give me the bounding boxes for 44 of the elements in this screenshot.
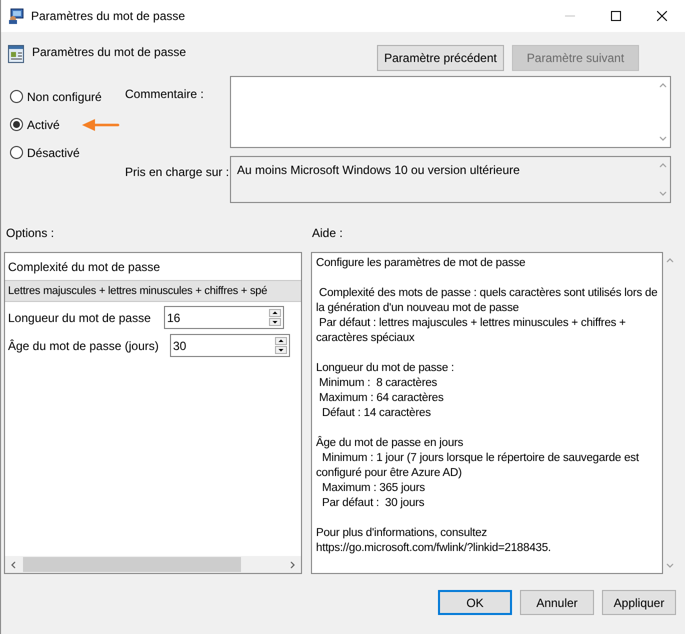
- apply-button[interactable]: Appliquer: [602, 590, 676, 615]
- supported-on-label: Pris en charge sur :: [125, 164, 230, 181]
- arrow-icon: [82, 119, 120, 131]
- ok-button[interactable]: OK: [438, 590, 512, 615]
- spin-up-icon[interactable]: [275, 337, 287, 345]
- radio-button[interactable]: [10, 118, 23, 131]
- horizontal-scrollbar[interactable]: [5, 556, 301, 573]
- spinner-value: 30: [172, 338, 188, 354]
- supported-on-text: Au moins Microsoft Windows 10 ou version ultérieure: [236, 162, 521, 179]
- maximize-icon: [611, 11, 621, 21]
- previous-setting-button[interactable]: Paramètre précédent: [377, 45, 504, 71]
- help-label: Aide :: [312, 225, 343, 242]
- options-label: Options :: [6, 225, 56, 242]
- scroll-down-icon[interactable]: [665, 561, 675, 570]
- spinner-value: 16: [166, 310, 182, 326]
- number-spinner[interactable]: 30: [170, 334, 290, 357]
- scroll-up-icon[interactable]: [658, 161, 668, 170]
- scroll-down-icon[interactable]: [658, 134, 668, 143]
- scroll-up-icon[interactable]: [658, 81, 668, 90]
- spinner-label: Longueur du mot de passe: [7, 310, 152, 326]
- comment-field[interactable]: [230, 76, 671, 148]
- radio-label: Désactivé: [27, 144, 80, 162]
- spin-down-icon[interactable]: [269, 318, 281, 326]
- radio-button[interactable]: [10, 146, 23, 159]
- policy-settings-icon: [8, 45, 24, 63]
- computer-user-icon: [8, 8, 24, 24]
- radio-label: Non configuré: [27, 88, 102, 106]
- complexity-dropdown[interactable]: Lettres majuscules + lettres minuscules + chiffres + spé: [5, 280, 301, 302]
- radio-button[interactable]: [10, 90, 23, 103]
- spinner-label: Âge du mot de passe (jours): [7, 338, 160, 354]
- scroll-down-icon[interactable]: [658, 189, 668, 198]
- spin-up-icon[interactable]: [269, 309, 281, 317]
- comment-label: Commentaire :: [125, 86, 204, 103]
- help-text: Configure les paramètres de mot de passe Complexité des mots de passe : quels caractères sont utilisés lors de la génération d'un nouveau mot de passe Par défaut : lettres majuscules + lettres minuscules + chiffres + caractères spéciaux Longueur du mot de passe : Minimum : 8 caractères Maximum : 64 caractères Défaut : 14 caractères Âge du mot de passe en jours Minimum : 1 jour (7 jours lorsque le répertoire de sauvegarde est configuré pour être Azure AD) Maximum : 365 jours Par défaut : 30 jours Pour plus d'informations, consultez https://go.microsoft.com/fwlink/?linkid=2188435.: [316, 256, 658, 556]
- setting-title: Paramètres du mot de passe: [32, 44, 186, 61]
- options-heading: Complexité du mot de passe: [7, 259, 162, 276]
- scroll-up-icon[interactable]: [665, 256, 675, 265]
- window-title: Paramètres du mot de passe: [31, 8, 186, 25]
- radio-label: Activé: [27, 116, 60, 134]
- number-spinner[interactable]: 16: [164, 306, 284, 329]
- cancel-button[interactable]: Annuler: [520, 590, 594, 615]
- scrollbar-thumb[interactable]: [23, 557, 241, 572]
- spin-down-icon[interactable]: [275, 346, 287, 354]
- close-icon: [657, 11, 667, 21]
